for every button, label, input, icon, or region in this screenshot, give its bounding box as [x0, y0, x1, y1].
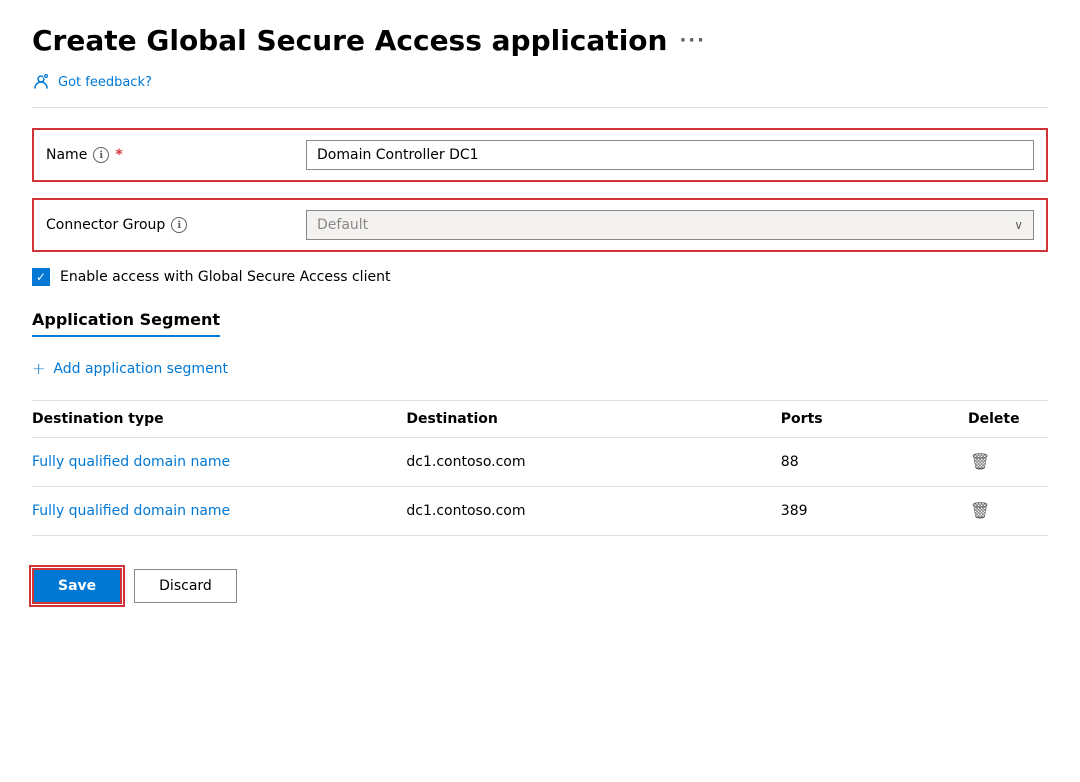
discard-button[interactable]: Discard	[134, 569, 237, 603]
col-header-destination: Destination	[406, 411, 780, 427]
table-header-row: Destination type Destination Ports Delet…	[32, 401, 1048, 438]
trash-icon-1: 🗑	[970, 452, 990, 472]
name-field-row: Name ℹ *	[32, 128, 1048, 182]
delete-cell-2: 🗑	[968, 499, 1048, 523]
feedback-link[interactable]: Got feedback?	[32, 73, 1048, 108]
col-header-destination-type: Destination type	[32, 411, 406, 427]
delete-cell-1: 🗑	[968, 450, 1048, 474]
save-button[interactable]: Save	[32, 568, 122, 604]
destination-type-link-1[interactable]: Fully qualified domain name	[32, 454, 406, 470]
destination-value-2: dc1.contoso.com	[406, 503, 780, 519]
col-header-ports: Ports	[781, 411, 968, 427]
connector-group-info-icon[interactable]: ℹ	[171, 217, 187, 233]
connector-group-field-row: Connector Group ℹ Default ∨	[32, 198, 1048, 252]
feedback-label: Got feedback?	[58, 75, 152, 90]
trash-icon-2: 🗑	[970, 501, 990, 521]
plus-icon: +	[32, 359, 45, 378]
connector-group-select-wrapper: Default ∨	[306, 210, 1034, 240]
page-title: Create Global Secure Access application	[32, 24, 667, 57]
delete-button-1[interactable]: 🗑	[968, 450, 992, 474]
name-input[interactable]	[306, 140, 1034, 170]
name-label: Name ℹ *	[46, 147, 306, 163]
application-segment-section: Application Segment	[32, 310, 1048, 353]
name-required-indicator: *	[115, 147, 122, 163]
name-info-icon[interactable]: ℹ	[93, 147, 109, 163]
application-segment-title: Application Segment	[32, 310, 220, 337]
col-header-delete: Delete	[968, 411, 1048, 427]
add-segment-label: Add application segment	[53, 361, 228, 377]
enable-access-row: ✓ Enable access with Global Secure Acces…	[32, 268, 1048, 286]
destination-value-1: dc1.contoso.com	[406, 454, 780, 470]
ports-value-1: 88	[781, 454, 968, 470]
more-options-icon[interactable]: ···	[679, 30, 706, 51]
enable-access-label: Enable access with Global Secure Access …	[60, 269, 390, 285]
feedback-person-icon	[32, 73, 50, 91]
table-row: Fully qualified domain name dc1.contoso.…	[32, 487, 1048, 536]
connector-group-label: Connector Group ℹ	[46, 217, 306, 233]
checkmark-icon: ✓	[36, 270, 46, 284]
footer-buttons: Save Discard	[32, 568, 1048, 604]
segments-table: Destination type Destination Ports Delet…	[32, 400, 1048, 536]
delete-button-2[interactable]: 🗑	[968, 499, 992, 523]
table-row: Fully qualified domain name dc1.contoso.…	[32, 438, 1048, 487]
add-application-segment-button[interactable]: + Add application segment	[32, 353, 228, 384]
destination-type-link-2[interactable]: Fully qualified domain name	[32, 503, 406, 519]
connector-group-select[interactable]: Default	[307, 211, 1033, 239]
enable-access-checkbox[interactable]: ✓	[32, 268, 50, 286]
ports-value-2: 389	[781, 503, 968, 519]
